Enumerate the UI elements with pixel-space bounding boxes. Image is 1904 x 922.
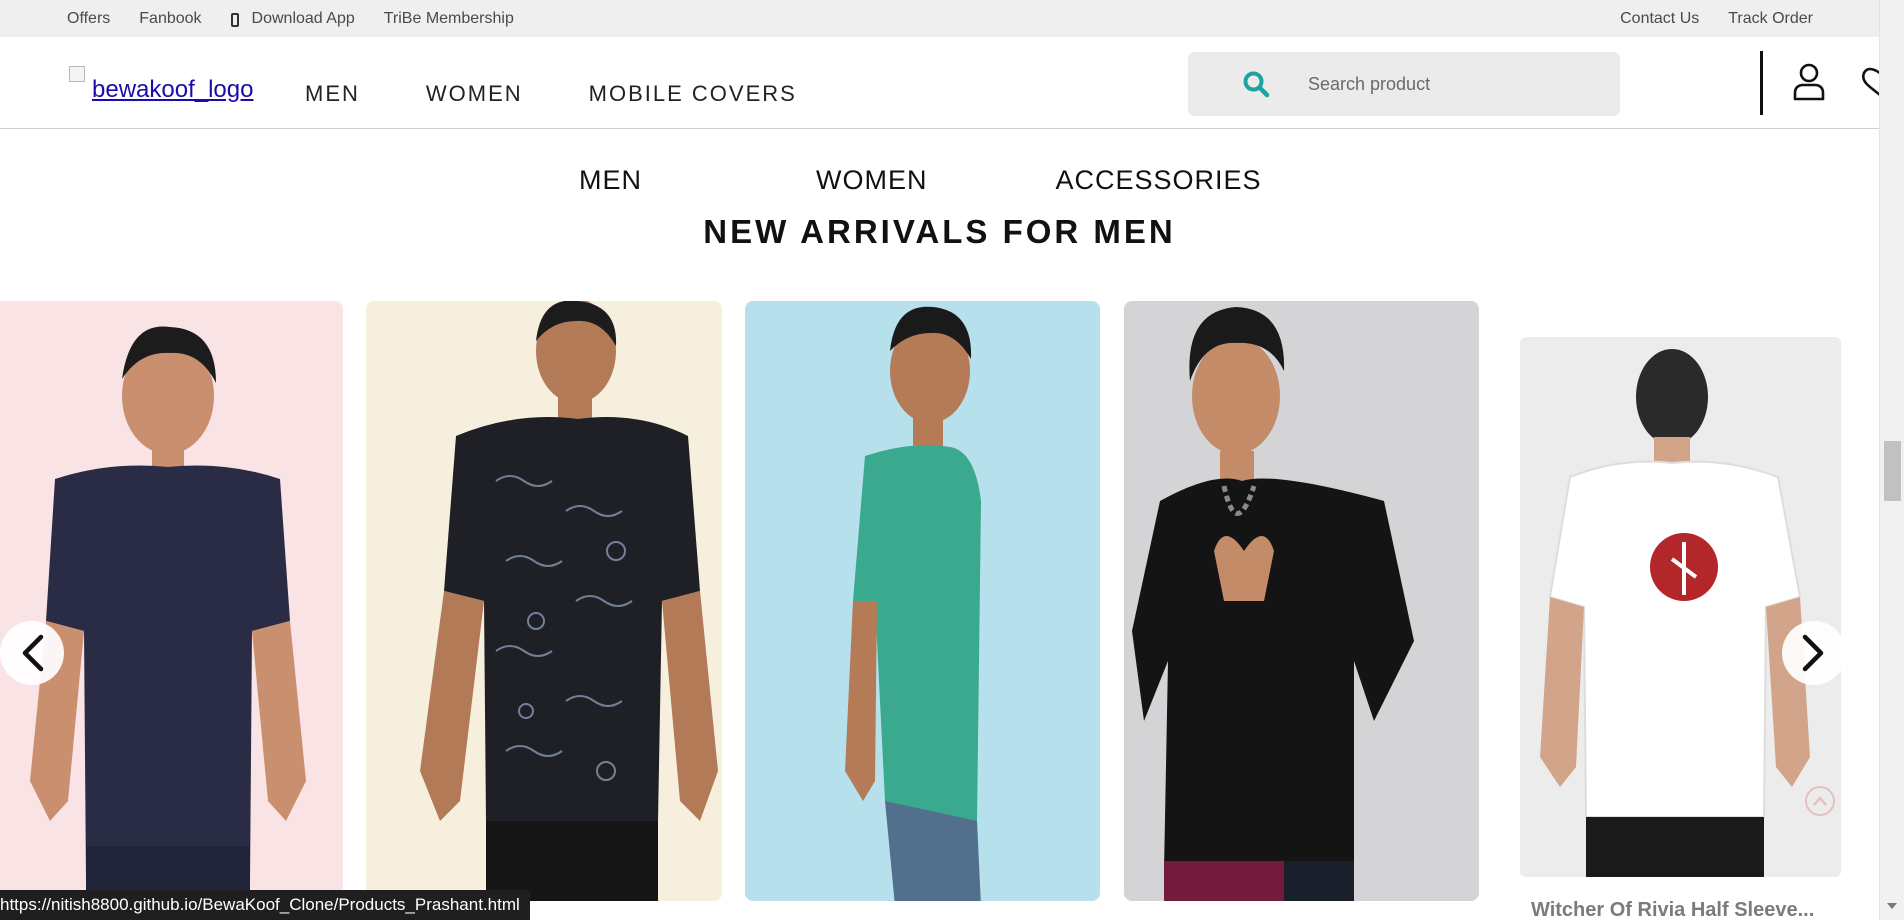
nav-women[interactable]: WOMEN <box>426 81 523 107</box>
top-utility-bar: Offers Fanbook Download App TriBe Member… <box>0 0 1879 37</box>
product-image <box>1132 307 1414 901</box>
product-card[interactable] <box>366 301 722 901</box>
product-card[interactable] <box>745 301 1100 901</box>
product-card[interactable] <box>1124 301 1479 901</box>
chevron-up-icon <box>1813 796 1827 806</box>
tab-men[interactable]: MEN <box>579 165 642 196</box>
phone-icon <box>230 12 239 27</box>
contact-us-link[interactable]: Contact Us <box>1620 10 1699 28</box>
scrollbar-thumb[interactable] <box>1884 441 1901 501</box>
broken-image-icon <box>69 66 85 82</box>
product-image <box>845 306 981 901</box>
chevron-left-icon <box>22 634 44 672</box>
user-icon[interactable] <box>1792 63 1826 101</box>
offers-link[interactable]: Offers <box>67 10 110 28</box>
fanbook-link[interactable]: Fanbook <box>139 10 201 28</box>
tribe-membership-link[interactable]: TriBe Membership <box>384 10 514 28</box>
utility-links-right: Contact Us Track Order <box>1591 10 1813 28</box>
scroll-down-arrow-icon[interactable] <box>1887 903 1897 909</box>
link-status-bar: https://nitish8800.github.io/BewaKoof_Cl… <box>0 890 530 920</box>
product-card[interactable] <box>0 301 343 901</box>
utility-links-left: Offers Fanbook Download App TriBe Member… <box>67 10 543 28</box>
product-image <box>30 326 306 901</box>
product-image <box>1540 349 1810 877</box>
back-to-top-button[interactable] <box>1805 786 1835 816</box>
header-divider <box>1760 51 1763 115</box>
search-input[interactable] <box>1308 73 1588 95</box>
nav-mobile-covers[interactable]: MOBILE COVERS <box>589 81 797 107</box>
carousel-prev-button[interactable] <box>0 621 64 685</box>
download-app-link[interactable]: Download App <box>252 10 355 28</box>
tab-women[interactable]: WOMEN <box>816 165 927 196</box>
main-nav: MEN WOMEN MOBILE COVERS <box>305 81 863 107</box>
category-tabs: MEN WOMEN ACCESSORIES <box>579 165 1262 196</box>
site-logo[interactable]: bewakoof_logo <box>69 52 253 104</box>
search-box[interactable] <box>1188 52 1620 116</box>
carousel-next-button[interactable] <box>1782 621 1846 685</box>
wishlist-icon[interactable] <box>1860 63 1880 103</box>
product-title[interactable]: Witcher Of Rivia Half Sleeve... <box>1531 899 1861 922</box>
tab-accessories[interactable]: ACCESSORIES <box>1055 165 1261 196</box>
track-order-link[interactable]: Track Order <box>1728 10 1813 28</box>
search-icon[interactable] <box>1242 70 1270 98</box>
section-title: NEW ARRIVALS FOR MEN <box>703 213 1176 250</box>
main-header: bewakoof_logo MEN WOMEN MOBILE COVERS <box>0 37 1880 129</box>
page-scrollbar[interactable] <box>1879 0 1904 920</box>
product-image <box>420 301 718 901</box>
chevron-right-icon <box>1802 634 1824 672</box>
logo-alt-text[interactable]: bewakoof_logo <box>92 76 253 103</box>
product-card[interactable] <box>1520 337 1841 877</box>
nav-men[interactable]: MEN <box>305 81 360 107</box>
